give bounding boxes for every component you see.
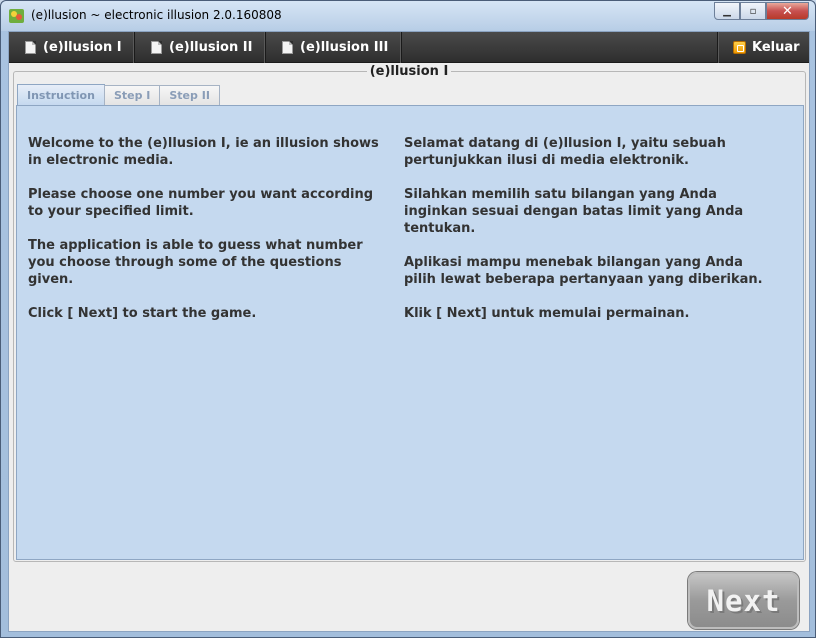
document-icon [282, 41, 293, 54]
maximize-button[interactable]: ▫ [740, 2, 766, 20]
exit-icon [733, 41, 746, 54]
instruction-paragraph: Selamat datang di (e)llusion I, yaitu se… [404, 136, 726, 168]
instruction-paragraph: Click [ Next] to start the game. [28, 306, 257, 321]
instruction-paragraph: The application is able to guess what nu… [28, 238, 363, 287]
app-window: (e)llusion ~ electronic illusion 2.0.160… [0, 0, 816, 638]
instruction-paragraph: Please choose one number you want accord… [28, 187, 374, 219]
app-icon [9, 9, 24, 23]
instruction-paragraph: Welcome to the (e)llusion I, ie an illus… [28, 136, 379, 168]
group-title-text: (e)llusion I [366, 64, 452, 79]
menu-item-label: (e)llusion II [169, 40, 253, 55]
tab-step-1[interactable]: Step I [103, 85, 161, 105]
instructions-english: Welcome to the (e)llusion I, ie an illus… [28, 135, 388, 339]
maximize-icon: ▫ [749, 5, 757, 17]
exit-button[interactable]: Keluar [717, 32, 809, 63]
tab-step-2[interactable]: Step II [159, 85, 220, 105]
title-bar[interactable]: (e)llusion ~ electronic illusion 2.0.160… [1, 1, 815, 31]
exit-label: Keluar [752, 40, 800, 55]
instruction-paragraph: Aplikasi mampu menebak bilangan yang And… [404, 255, 763, 287]
instructions-indonesian: Selamat datang di (e)llusion I, yaitu se… [404, 135, 764, 339]
menu-item-ellusion-2[interactable]: (e)llusion II [135, 32, 266, 63]
tab-bar: Instruction Step I Step II [17, 84, 220, 105]
close-button[interactable]: ✕ [766, 2, 809, 20]
menu-bar: (e)llusion I (e)llusion II (e)llusion II… [9, 32, 809, 63]
instruction-paragraph: Silahkan memilih satu bilangan yang Anda… [404, 187, 744, 236]
tab-instruction[interactable]: Instruction [17, 84, 105, 105]
minimize-icon: ▁ [723, 5, 731, 17]
menu-item-label: (e)llusion I [43, 40, 122, 55]
close-icon: ✕ [782, 3, 793, 19]
group-title: (e)llusion I [9, 64, 809, 79]
instruction-panel: Welcome to the (e)llusion I, ie an illus… [16, 105, 804, 560]
window-title: (e)llusion ~ electronic illusion 2.0.160… [31, 8, 282, 22]
menu-item-ellusion-3[interactable]: (e)llusion III [266, 32, 402, 63]
menu-item-label: (e)llusion III [300, 40, 389, 55]
minimize-button[interactable]: ▁ [714, 2, 740, 20]
document-icon [151, 41, 162, 54]
window-controls: ▁ ▫ ✕ [714, 2, 809, 20]
next-button[interactable]: Next [688, 572, 799, 629]
document-icon [25, 41, 36, 54]
menu-item-ellusion-1[interactable]: (e)llusion I [9, 32, 135, 63]
client-area: (e)llusion I (e)llusion II (e)llusion II… [8, 31, 810, 632]
instruction-paragraph: Klik [ Next] untuk memulai permainan. [404, 306, 690, 321]
